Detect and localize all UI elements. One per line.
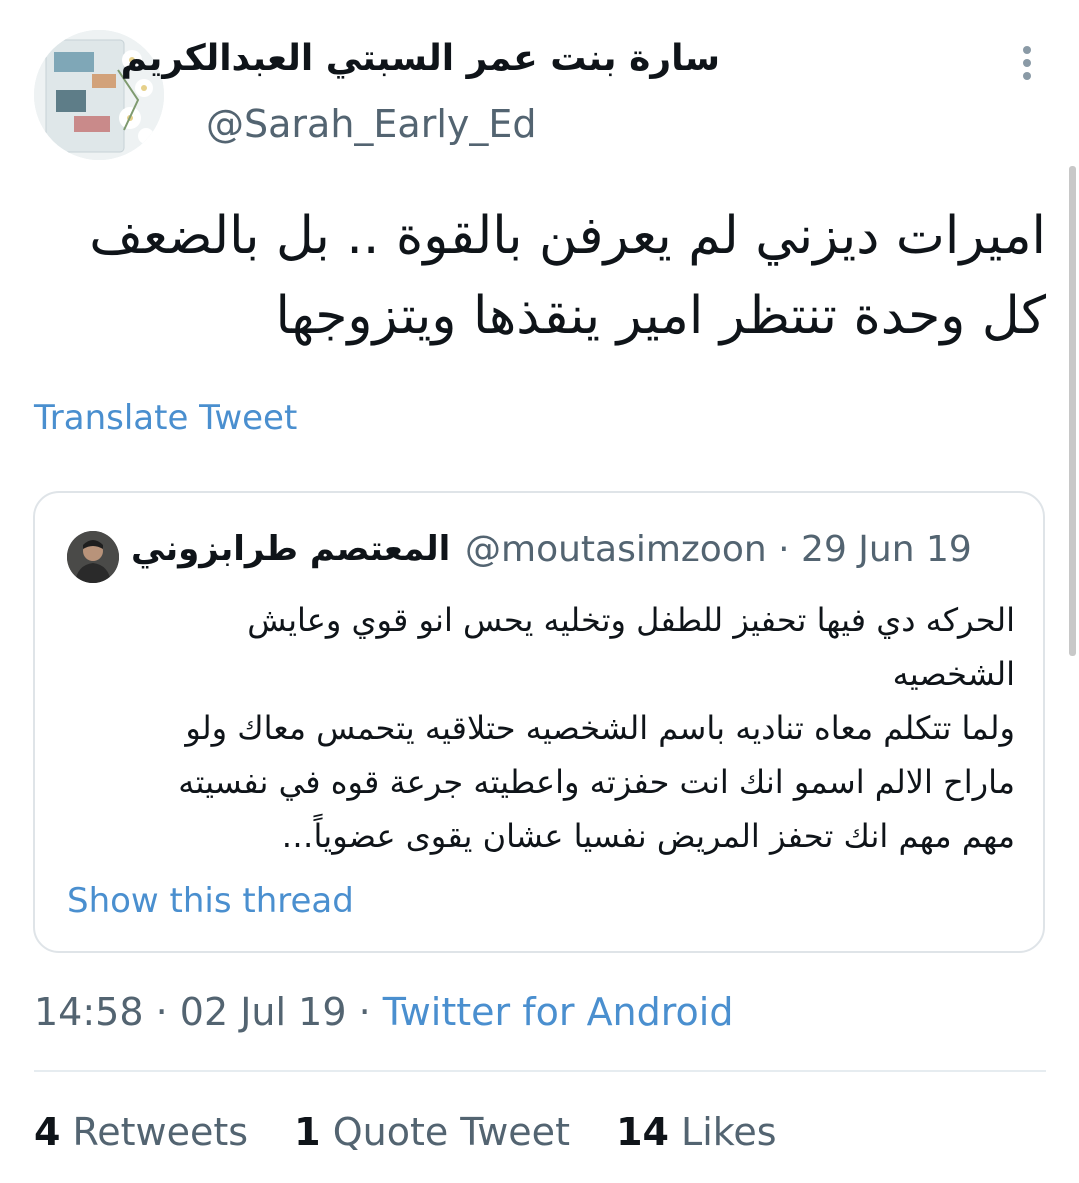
tweet-date[interactable]: 02 Jul 19 (180, 990, 347, 1034)
meta-separator: · (778, 529, 790, 570)
quoted-author-display-name[interactable]: المعتصم طرابزوني (131, 529, 450, 569)
quoted-text-line: ولما تتكلم معاه تناديه باسم الشخصيه حتلا… (185, 709, 1015, 747)
retweets-stat[interactable]: 4 Retweets (34, 1110, 248, 1154)
engagement-stats: 4 Retweets 1 Quote Tweet 14 Likes (34, 1110, 811, 1154)
more-options-icon[interactable] (1012, 44, 1042, 84)
meta-separator: · (358, 990, 371, 1034)
retweets-label: Retweets (72, 1110, 249, 1154)
tweet-timestamp-row: 14:58 · 02 Jul 19 · Twitter for Android (34, 990, 733, 1034)
likes-label: Likes (681, 1110, 777, 1154)
quoted-text-line: الحركه دي فيها تحفيز للطفل وتخليه يحس ان… (247, 601, 1015, 639)
tweet-text-line: كل وحدة تنتظر امير ينقذها ويتزوجها (275, 286, 1046, 346)
show-thread-link[interactable]: Show this thread (67, 881, 354, 921)
tweet-time[interactable]: 14:58 (34, 990, 144, 1034)
quote-tweets-count: 1 (294, 1110, 321, 1154)
tweet-text: اميرات ديزني لم يعرفن بالقوة .. بل بالضع… (34, 196, 1046, 356)
scrollbar[interactable] (1069, 166, 1076, 656)
quoted-tweet-card[interactable]: المعتصم طرابزوني @moutasimzoon · 29 Jun … (33, 491, 1045, 953)
quoted-tweet-meta: @moutasimzoon · 29 Jun 19 (465, 529, 972, 570)
person-photo-icon (67, 531, 119, 583)
likes-stat[interactable]: 14 Likes (616, 1110, 777, 1154)
quoted-text-line: ماراح الالم اسمو انك انت حفزته واعطيته ج… (178, 763, 1015, 801)
quoted-tweet-text: الحركه دي فيها تحفيز للطفل وتخليه يحس ان… (65, 593, 1015, 863)
likes-count: 14 (616, 1110, 669, 1154)
tweet-source-link[interactable]: Twitter for Android (383, 990, 734, 1034)
retweets-count: 4 (34, 1110, 61, 1154)
translate-tweet-link[interactable]: Translate Tweet (34, 398, 297, 438)
author-handle[interactable]: @Sarah_Early_Ed (206, 102, 537, 146)
quote-tweets-label: Quote Tweet (332, 1110, 570, 1154)
quoted-author-handle[interactable]: @moutasimzoon (465, 529, 767, 570)
quoted-tweet-date[interactable]: 29 Jun 19 (801, 529, 972, 570)
quoted-text-line: الشخصيه (892, 655, 1015, 693)
quoted-text-line: مهم مهم انك تحفز المريض نفسيا عشان يقوى … (281, 817, 1015, 855)
author-display-name[interactable]: سارة بنت عمر السبتي العبدالكريم (121, 38, 720, 79)
divider (34, 1070, 1046, 1072)
quoted-tweet-header: المعتصم طرابزوني @moutasimzoon · 29 Jun … (67, 523, 1007, 583)
quoted-author-avatar[interactable] (67, 531, 119, 583)
tweet-text-line: اميرات ديزني لم يعرفن بالقوة .. بل بالضع… (89, 206, 1046, 266)
meta-separator: · (155, 990, 168, 1034)
quote-tweets-stat[interactable]: 1 Quote Tweet (294, 1110, 570, 1154)
